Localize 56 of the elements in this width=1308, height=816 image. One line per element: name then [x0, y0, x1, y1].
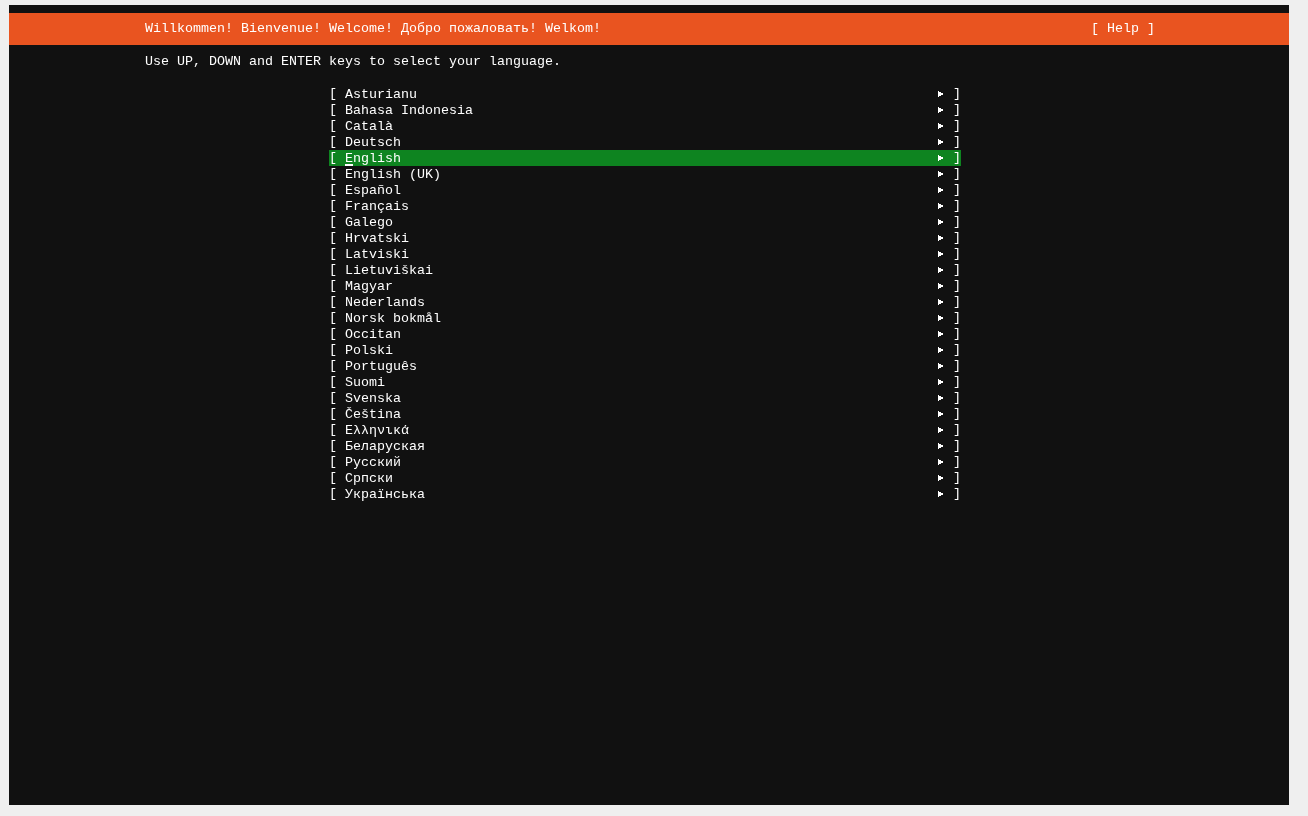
language-item[interactable]: [ Nederlands ]	[329, 294, 961, 310]
triangle-right-icon	[937, 314, 945, 322]
language-item[interactable]: [ Bahasa Indonesia ]	[329, 102, 961, 118]
language-item[interactable]: [ Русский ]	[329, 454, 961, 470]
triangle-right-icon	[937, 298, 945, 306]
triangle-right-icon	[937, 186, 945, 194]
language-item[interactable]: [ Hrvatski ]	[329, 230, 961, 246]
language-item[interactable]: [ Galego ]	[329, 214, 961, 230]
welcome-title: Willkommen! Bienvenue! Welcome! Добро пожаловать! Welkom!	[145, 21, 601, 37]
language-item[interactable]: [ Deutsch ]	[329, 134, 961, 150]
language-item[interactable]: [ Svenska ]	[329, 390, 961, 406]
triangle-right-icon	[937, 410, 945, 418]
triangle-right-icon	[937, 282, 945, 290]
language-item[interactable]: [ Magyar ]	[329, 278, 961, 294]
language-item[interactable]: [ Українська ]	[329, 486, 961, 502]
triangle-right-icon	[937, 138, 945, 146]
language-item[interactable]: [ Asturianu ]	[329, 86, 961, 102]
language-item[interactable]: [ Српски ]	[329, 470, 961, 486]
language-item[interactable]: [ Latviski ]	[329, 246, 961, 262]
triangle-right-icon	[937, 474, 945, 482]
triangle-right-icon	[937, 90, 945, 98]
triangle-right-icon	[937, 458, 945, 466]
triangle-right-icon	[937, 330, 945, 338]
language-item[interactable]: [ English ]	[329, 150, 961, 166]
triangle-right-icon	[937, 122, 945, 130]
triangle-right-icon	[937, 154, 945, 162]
help-button[interactable]: [ Help ]	[1091, 21, 1155, 37]
language-item[interactable]: [ Français ]	[329, 198, 961, 214]
language-item[interactable]: [ English (UK) ]	[329, 166, 961, 182]
triangle-right-icon	[937, 202, 945, 210]
language-item[interactable]: [ Português ]	[329, 358, 961, 374]
language-item[interactable]: [ Norsk bokmål ]	[329, 310, 961, 326]
language-item[interactable]: [ Suomi ]	[329, 374, 961, 390]
triangle-right-icon	[937, 394, 945, 402]
triangle-right-icon	[937, 442, 945, 450]
instructions-text: Use UP, DOWN and ENTER keys to select your language.	[144, 54, 562, 70]
language-item[interactable]: [ Español ]	[329, 182, 961, 198]
triangle-right-icon	[937, 106, 945, 114]
language-item[interactable]: [ Català ]	[329, 118, 961, 134]
triangle-right-icon	[937, 218, 945, 226]
language-item[interactable]: [ Occitan ]	[329, 326, 961, 342]
triangle-right-icon	[937, 362, 945, 370]
triangle-right-icon	[937, 490, 945, 498]
language-item[interactable]: [ Lietuviškai ]	[329, 262, 961, 278]
language-item[interactable]: [ Беларуская ]	[329, 438, 961, 454]
triangle-right-icon	[937, 378, 945, 386]
triangle-right-icon	[937, 266, 945, 274]
triangle-right-icon	[937, 250, 945, 258]
triangle-right-icon	[937, 234, 945, 242]
language-item[interactable]: [ Čeština ]	[329, 406, 961, 422]
language-item[interactable]: [ Ελληνικά ]	[329, 422, 961, 438]
triangle-right-icon	[937, 426, 945, 434]
text-cursor-icon	[345, 163, 353, 166]
triangle-right-icon	[937, 170, 945, 178]
triangle-right-icon	[937, 346, 945, 354]
language-item[interactable]: [ Polski ]	[329, 342, 961, 358]
